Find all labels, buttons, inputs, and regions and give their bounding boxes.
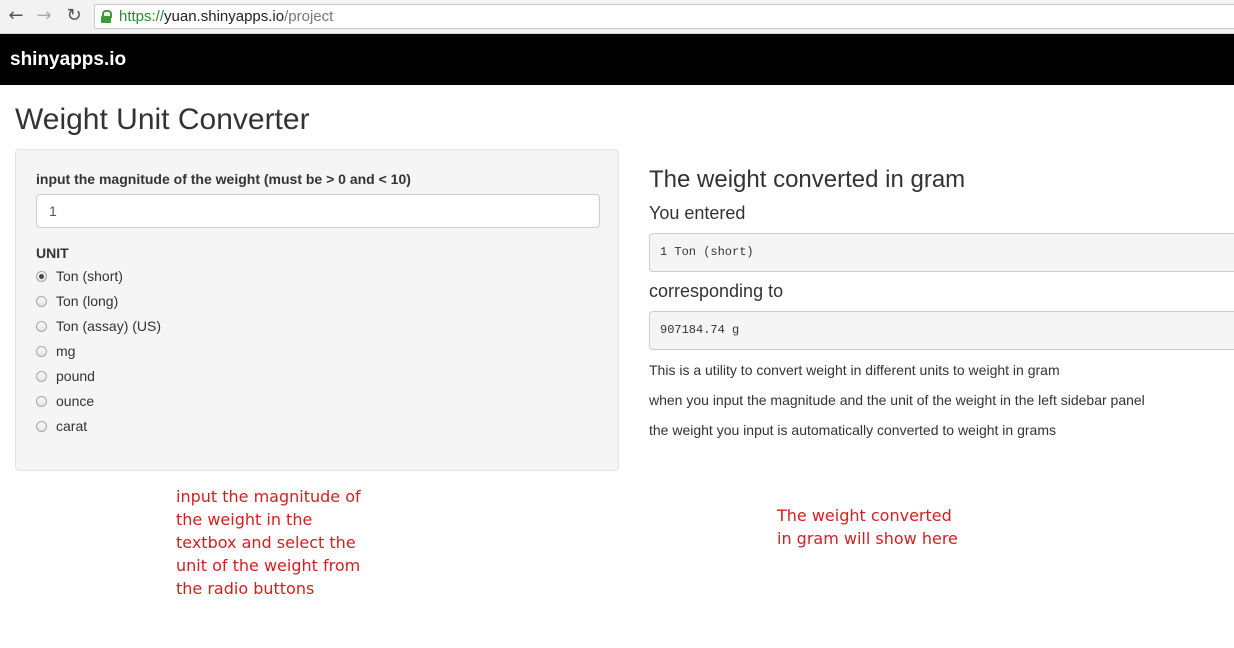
entered-output: 1 Ton (short) <box>649 233 1234 272</box>
back-arrow-icon[interactable]: ← <box>6 6 26 26</box>
annotation-line: textbox and select the <box>176 533 356 552</box>
unit-option[interactable]: Ton (short) <box>36 267 336 287</box>
radio-button[interactable] <box>36 371 47 382</box>
description-line: when you input the magnitude and the uni… <box>649 392 1145 408</box>
unit-option-label: Ton (long) <box>56 293 119 309</box>
unit-option-label: Ton (short) <box>56 268 123 284</box>
magnitude-label: input the magnitude of the weight (must … <box>36 171 411 187</box>
unit-option[interactable]: pound <box>36 367 336 387</box>
url-scheme: https:// <box>119 8 165 25</box>
reload-icon[interactable]: ↻ <box>64 6 84 26</box>
radio-button[interactable] <box>36 321 47 332</box>
forward-arrow-icon[interactable]: → <box>34 6 54 26</box>
annotation-line: in gram will show here <box>777 529 958 548</box>
unit-option-label: Ton (assay) (US) <box>56 318 162 334</box>
top-navbar: shinyapps.io <box>0 34 1234 85</box>
radio-button[interactable] <box>36 346 47 357</box>
converted-output: 907184.74 g <box>649 311 1234 350</box>
radio-button[interactable] <box>36 296 47 307</box>
address-bar[interactable]: https://yuan.shinyapps.io/project <box>94 4 1234 29</box>
unit-option[interactable]: Ton (assay) (US) <box>36 317 336 337</box>
annotation-line: input the magnitude of <box>176 487 361 506</box>
output-annotation: The weight converted in gram will show h… <box>777 504 958 550</box>
lock-icon <box>101 10 112 23</box>
unit-option[interactable]: Ton (long) <box>36 292 336 312</box>
unit-option[interactable]: mg <box>36 342 336 362</box>
unit-option[interactable]: ounce <box>36 392 336 412</box>
sidebar-panel: input the magnitude of the weight (must … <box>15 149 619 471</box>
corresponding-heading: corresponding to <box>649 281 784 301</box>
entered-heading: You entered <box>649 203 746 223</box>
radio-selected-dot <box>39 274 44 279</box>
brand-link[interactable]: shinyapps.io <box>10 34 126 85</box>
input-annotation: input the magnitude of the weight in the… <box>176 485 361 600</box>
description-line: This is a utility to convert weight in d… <box>649 362 1060 378</box>
unit-option-label: carat <box>56 418 88 434</box>
magnitude-input[interactable] <box>36 194 600 228</box>
unit-label: UNIT <box>36 245 69 261</box>
unit-option-label: ounce <box>56 393 95 409</box>
annotation-line: The weight converted <box>777 506 952 525</box>
browser-toolbar: ← → ↻ https://yuan.shinyapps.io/project <box>0 0 1234 34</box>
description-line: the weight you input is automatically co… <box>649 422 1056 438</box>
unit-option[interactable]: carat <box>36 417 336 437</box>
page-title: Weight Unit Converter <box>15 103 310 136</box>
radio-button[interactable] <box>36 271 47 282</box>
annotation-line: unit of the weight from <box>176 556 361 575</box>
url-path: /project <box>284 8 334 25</box>
url-host: yuan.shinyapps.io <box>164 8 285 25</box>
unit-option-label: pound <box>56 368 95 384</box>
annotation-line: the weight in the <box>176 510 313 529</box>
unit-option-label: mg <box>56 343 76 359</box>
radio-button[interactable] <box>36 421 47 432</box>
radio-button[interactable] <box>36 396 47 407</box>
annotation-line: the radio buttons <box>176 579 315 598</box>
result-heading: The weight converted in gram <box>649 166 966 193</box>
